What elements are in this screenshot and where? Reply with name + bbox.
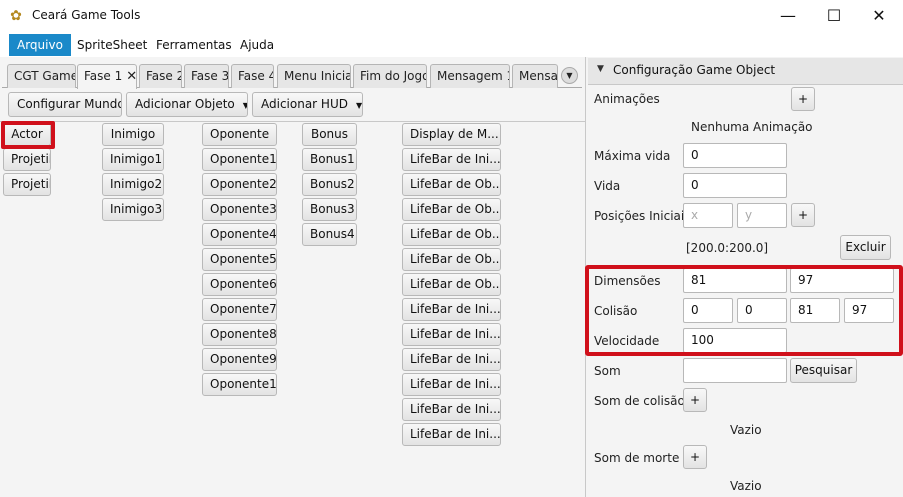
tab-mensagem-truncated[interactable]: Mensag: [512, 64, 558, 88]
tab-fase-3[interactable]: Fase 3: [184, 64, 229, 88]
object-button-hud[interactable]: LifeBar de Ob...: [402, 198, 501, 221]
object-button-opponents[interactable]: Oponente6: [202, 273, 277, 296]
object-button-hud[interactable]: LifeBar de Ini...: [402, 148, 501, 171]
close-button[interactable]: ✕: [856, 0, 902, 32]
tab-menu-inicial[interactable]: Menu Inicial: [277, 64, 351, 88]
adicionar-objeto-button[interactable]: Adicionar Objeto ▼: [126, 92, 248, 117]
no-animation-text: Nenhuma Animação: [691, 120, 813, 134]
menu-spritesheet[interactable]: SpriteSheet: [69, 34, 155, 56]
object-button-enemies[interactable]: Inimigo1: [102, 148, 164, 171]
object-button-bonus[interactable]: Bonus1: [302, 148, 357, 171]
minimize-button[interactable]: —: [765, 0, 811, 32]
add-position-button[interactable]: +: [791, 203, 815, 227]
button-label: Adicionar HUD: [261, 97, 348, 111]
object-button-hud[interactable]: LifeBar de Ob...: [402, 173, 501, 196]
maximize-button[interactable]: ☐: [811, 0, 857, 32]
object-button-opponents[interactable]: Oponente3: [202, 198, 277, 221]
object-button-hud[interactable]: LifeBar de Ob...: [402, 273, 501, 296]
add-animation-button[interactable]: +: [791, 87, 815, 111]
menu-ajuda[interactable]: Ajuda: [232, 34, 282, 56]
object-button-opponents[interactable]: Oponente8: [202, 323, 277, 346]
tab-label: Fase 1: [84, 69, 123, 83]
object-button-hud[interactable]: LifeBar de Ini...: [402, 298, 501, 321]
panel-title: Configuração Game Object: [613, 63, 776, 77]
object-button-hud[interactable]: LifeBar de Ini...: [402, 373, 501, 396]
object-button-opponents[interactable]: Oponente1: [202, 148, 277, 171]
animacoes-label: Animações: [594, 92, 660, 106]
object-button-enemies[interactable]: Inimigo3: [102, 198, 164, 221]
som-label: Som: [594, 364, 621, 378]
vida-field[interactable]: 0: [683, 173, 787, 198]
tab-fim-do-jogo[interactable]: Fim do Jogo: [353, 64, 427, 88]
object-button-enemies[interactable]: Inimigo: [102, 123, 164, 146]
collision-sound-empty-text: Vazio: [730, 423, 762, 437]
object-button-bonus[interactable]: Bonus: [302, 123, 357, 146]
object-button-hud[interactable]: LifeBar de Ob...: [402, 248, 501, 271]
maxima-vida-label: Máxima vida: [594, 149, 671, 163]
position-list-item[interactable]: [200.0:200.0]: [686, 241, 768, 255]
som-morte-label: Som de morte: [594, 451, 680, 465]
object-button-opponents[interactable]: Oponente2: [202, 173, 277, 196]
object-button-opponents[interactable]: Oponente4: [202, 223, 277, 246]
object-button-opponents[interactable]: Oponente5: [202, 248, 277, 271]
window-title: Ceará Game Tools: [32, 8, 141, 22]
chevron-down-icon: ▼: [243, 101, 247, 110]
configurar-mundo-button[interactable]: Configurar Mundo: [8, 92, 122, 117]
excluir-button[interactable]: Excluir: [840, 235, 891, 260]
pesquisar-button[interactable]: Pesquisar: [790, 358, 857, 383]
position-y-input[interactable]: y: [737, 203, 787, 228]
object-button-bonus[interactable]: Bonus3: [302, 198, 357, 221]
close-icon[interactable]: ✕: [126, 69, 136, 84]
object-button-hud[interactable]: Display de M...: [402, 123, 501, 146]
collapse-arrow-icon[interactable]: ▼: [597, 64, 604, 74]
object-button-opponents[interactable]: Oponente: [202, 123, 277, 146]
tab-mensagem-1[interactable]: Mensagem 1: [430, 64, 510, 88]
add-death-sound-button[interactable]: +: [683, 445, 707, 469]
object-button-bonus[interactable]: Bonus4: [302, 223, 357, 246]
chevron-down-icon: ▼: [355, 101, 363, 110]
tab-fase-2[interactable]: Fase 2: [139, 64, 182, 88]
dimensions-highlight-box: [585, 265, 903, 356]
object-button-actors[interactable]: Projetil: [3, 148, 51, 171]
object-button-enemies[interactable]: Inimigo2: [102, 173, 164, 196]
adicionar-hud-button[interactable]: Adicionar HUD ▼: [252, 92, 363, 117]
object-button-opponents[interactable]: Oponente7: [202, 298, 277, 321]
object-button-actors[interactable]: Projetil1: [3, 173, 51, 196]
object-button-hud[interactable]: LifeBar de Ini...: [402, 398, 501, 421]
posicoes-iniciais-label: Posições Iniciais: [594, 209, 691, 223]
maxima-vida-field[interactable]: 0: [683, 143, 787, 168]
actor-highlight-box: [1, 121, 55, 149]
object-button-hud[interactable]: LifeBar de Ini...: [402, 323, 501, 346]
object-button-opponents[interactable]: Oponente10: [202, 373, 277, 396]
tab-fase-1[interactable]: Fase 1 ✕: [77, 64, 137, 89]
position-x-input[interactable]: x: [683, 203, 733, 228]
tab-cgt-game[interactable]: CGT Game: [7, 64, 76, 88]
object-button-hud[interactable]: LifeBar de Ini...: [402, 348, 501, 371]
menu-ferramentas[interactable]: Ferramentas: [148, 34, 240, 56]
menu-arquivo[interactable]: Arquivo: [9, 34, 71, 56]
button-label: Adicionar Objeto: [135, 97, 235, 111]
som-colisao-label: Som de colisão: [594, 394, 685, 408]
object-button-opponents[interactable]: Oponente9: [202, 348, 277, 371]
toolbar-divider: [0, 121, 586, 122]
tab-fase-4[interactable]: Fase 4: [231, 64, 274, 88]
tab-overflow-chevron-icon[interactable]: ▼: [561, 67, 578, 84]
object-button-hud[interactable]: LifeBar de Ini...: [402, 423, 501, 446]
vida-label: Vida: [594, 179, 621, 193]
death-sound-empty-text: Vazio: [730, 479, 762, 493]
object-button-hud[interactable]: LifeBar de Ob...: [402, 223, 501, 246]
app-logo-icon: ✿: [10, 8, 22, 24]
som-field[interactable]: [683, 358, 787, 383]
add-collision-sound-button[interactable]: +: [683, 388, 707, 412]
object-button-bonus[interactable]: Bonus2: [302, 173, 357, 196]
